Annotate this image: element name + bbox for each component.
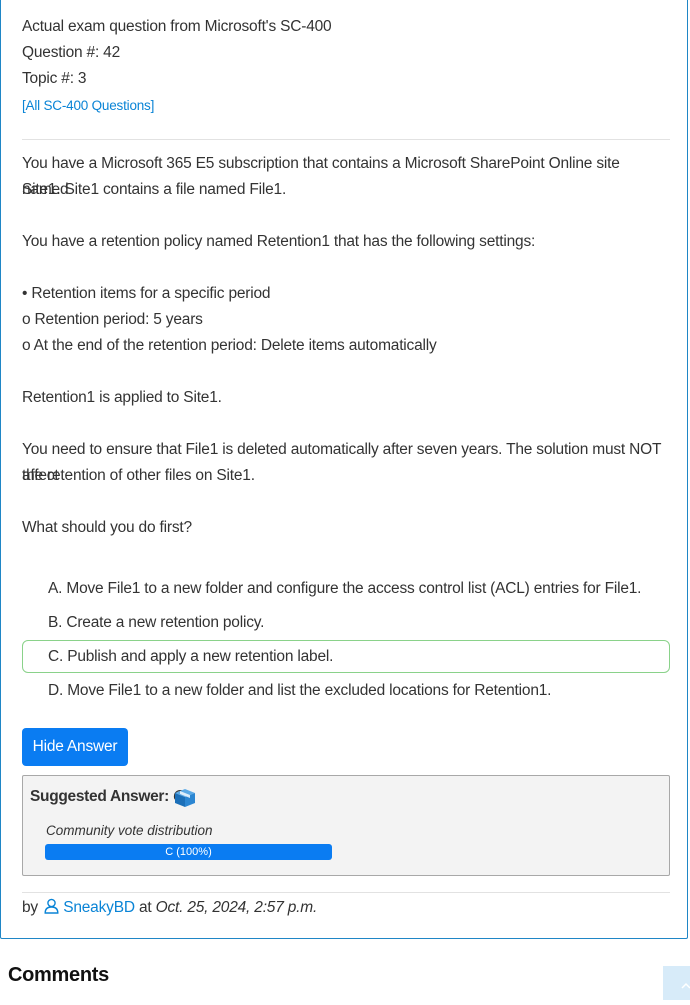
chevron-up-icon [681,982,690,989]
question-text-2: You have a retention policy named Retent… [22,233,536,250]
suggested-answer-label: Suggested Answer: [30,788,170,805]
choice-b[interactable]: B. Create a new retention policy. [22,606,670,639]
author-link[interactable]: SneakyBD [63,899,135,916]
setting-3: o At the end of the retention period: De… [22,337,437,354]
setting-2: o Retention period: 5 years [22,311,203,328]
question-card: Actual exam question from Microsoft's SC… [0,0,688,939]
byline-at: at [138,899,152,916]
vote-bar-fill: C (100%) [45,844,332,860]
user-icon [44,898,59,914]
question-text-1b: Site1. Site1 contains a file named File1… [22,181,287,198]
suggested-answer: Suggested Answer:C [30,788,184,806]
scroll-to-top-button[interactable] [663,966,690,1000]
answer-box: Suggested Answer:C Community vote distri… [22,775,670,876]
question-text-3: Retention1 is applied to Site1. [22,389,222,406]
choice-d[interactable]: D. Move File1 to a new folder and list t… [22,674,670,707]
vote-distribution-label: Community vote distribution [46,823,213,838]
hide-answer-button[interactable]: Hide Answer [22,728,128,766]
comments-heading: Comments [8,964,109,986]
topic-number: Topic #: 3 [22,70,87,87]
post-date: Oct. 25, 2024, 2:57 p.m. [155,899,318,916]
exam-line: Actual exam question from Microsoft's SC… [22,18,332,35]
choice-a[interactable]: A. Move File1 to a new folder and config… [22,572,670,605]
divider [22,892,670,893]
divider [22,139,670,140]
vote-bar: C (100%) [45,844,332,860]
question-text-4b: the retention of other files on Site1. [22,467,255,484]
byline-by: by [22,899,38,916]
question-prompt: What should you do first? [22,519,192,536]
choice-c[interactable]: C. Publish and apply a new retention lab… [22,640,670,673]
all-questions-link[interactable]: [All SC-400 Questions] [22,98,154,113]
cube-icon [175,789,195,807]
question-number: Question #: 42 [22,44,121,61]
setting-1: • Retention items for a specific period [22,285,271,302]
byline: by SneakyBD at Oct. 25, 2024, 2:57 p.m. [22,898,317,917]
